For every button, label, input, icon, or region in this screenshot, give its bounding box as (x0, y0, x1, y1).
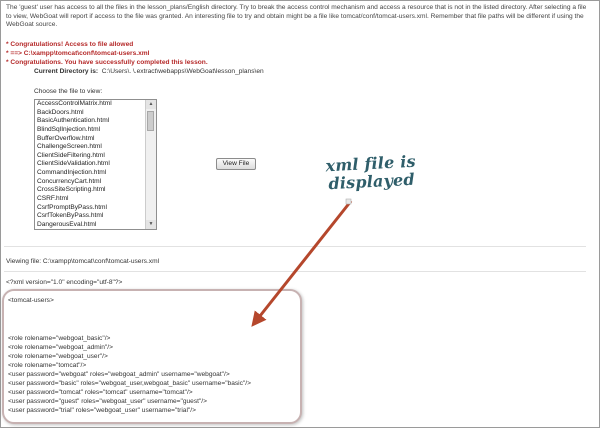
list-item[interactable]: BufferOverflow.html (35, 135, 156, 144)
list-item[interactable]: CrossSiteScripting.html (35, 186, 156, 195)
xml-line: <role rolename="webgoat_admin"/> (8, 344, 113, 351)
divider (4, 246, 586, 247)
status-messages: * Congratulations! Access to file allowe… (6, 40, 592, 67)
lesson-description: The 'guest' user has access to all the f… (6, 4, 587, 29)
xml-line: <user password="basic" roles="webgoat_us… (8, 380, 251, 387)
list-item[interactable]: ClientSideValidation.html (35, 160, 156, 169)
list-item[interactable]: CsrfTokenByPass.html (35, 212, 156, 221)
annotation-callout: xml file is displayed (325, 152, 417, 194)
list-item[interactable]: BlindSqlInjection.html (35, 126, 156, 135)
scroll-up-icon[interactable]: ▲ (146, 100, 156, 109)
xml-line: <user password="webgoat" roles="webgoat_… (8, 371, 230, 378)
scrollbar-thumb[interactable] (147, 111, 154, 131)
list-item[interactable]: BackDoors.html (35, 109, 156, 118)
current-directory-label: Current Directory is: (34, 68, 99, 75)
file-chooser-label: Choose the file to view: (34, 88, 103, 95)
file-listbox[interactable]: AccessControlMatrix.html BackDoors.html … (34, 99, 157, 230)
list-item[interactable]: ClientSideFiltering.html (35, 152, 156, 161)
list-item[interactable]: ChallengeScreen.html (35, 143, 156, 152)
list-item[interactable]: CsrfPromptByPass.html (35, 204, 156, 213)
xml-line: <role rolename="webgoat_user"/> (8, 353, 108, 360)
xml-content-highlight: <tomcat-users> <role rolename="webgoat_b… (2, 289, 302, 424)
success-message: * Congratulations! Access to file allowe… (6, 41, 134, 48)
list-item[interactable]: BasicAuthentication.html (35, 117, 156, 126)
accessed-file-message: * ==> C:\xampp\tomcat\conf\tomcat-users.… (6, 50, 150, 57)
view-file-button[interactable]: View File (216, 158, 256, 170)
xml-line: <user password="guest" roles="webgoat_us… (8, 398, 207, 405)
xml-line: <role rolename="webgoat_basic"/> (8, 335, 111, 342)
divider (4, 271, 586, 272)
current-directory-value: C:\Users\. \.extract\webapps\WebGoat\les… (101, 68, 264, 75)
current-directory: Current Directory is: C:\Users\. \.extra… (34, 67, 264, 76)
xml-line: <role rolename="tomcat"/> (8, 362, 87, 369)
xml-root-tag: <tomcat-users> (8, 297, 54, 304)
list-item[interactable]: AccessControlMatrix.html (35, 100, 156, 109)
list-item[interactable]: DangerousEval.html (35, 221, 156, 229)
completion-message: * Congratulations. You have successfully… (6, 59, 208, 66)
listbox-scrollbar[interactable]: ▲ ▼ (145, 100, 156, 229)
xml-line: <user password="tomcat" roles="tomcat" u… (8, 389, 193, 396)
xml-line: <user password="trial" roles="webgoat_us… (8, 407, 196, 414)
scroll-down-icon[interactable]: ▼ (146, 220, 156, 229)
list-item[interactable]: ConcurrencyCart.html (35, 178, 156, 187)
list-item[interactable]: CSRF.html (35, 195, 156, 204)
xml-declaration: <?xml version="1.0" encoding="utf-8"?> (6, 279, 123, 286)
viewing-file-label: Viewing file: C:\xampp\tomcat\conf\tomca… (6, 258, 160, 265)
list-item[interactable]: CommandInjection.html (35, 169, 156, 178)
